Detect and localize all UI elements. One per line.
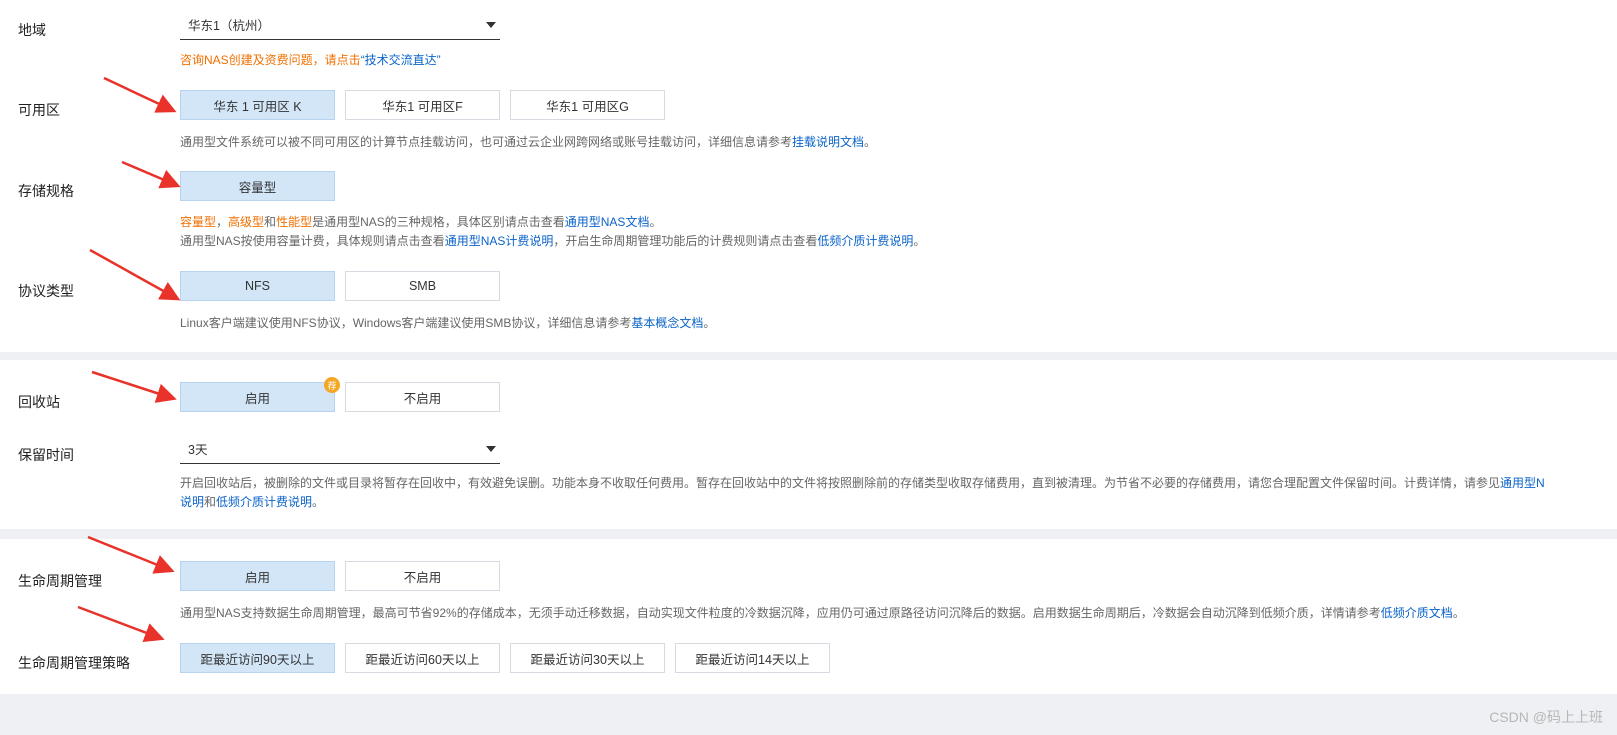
retention-and-text: 和 — [204, 495, 217, 509]
retention-nas-link[interactable]: 通用型N — [1500, 476, 1545, 490]
lifecycle-label: 生命周期管理 — [18, 573, 102, 589]
nas-doc-link[interactable]: 通用型NAS文档 — [565, 215, 650, 229]
nas-billing-link[interactable]: 通用型NAS计费说明 — [445, 234, 554, 248]
protocol-help-text: Linux客户端建议使用NFS协议，Windows客户端建议使用SMB协议，详细… — [180, 316, 632, 330]
capacity-type-text: 容量型 — [180, 215, 217, 229]
storage-help-line2: 通用型NAS按使用容量计费，具体规则请点击查看通用型NAS计费说明，开启生命周期… — [180, 232, 925, 249]
chevron-down-icon — [486, 22, 496, 28]
lifecycle-help: 通用型NAS支持数据生命周期管理，最高可节省92%的存储成本，无须手动迁移数据，… — [180, 604, 1465, 621]
policy-option-14[interactable]: 距最近访问14天以上 — [675, 643, 830, 673]
storage-help-text: 是通用型NAS的三种规格，具体区别请点击查看 — [312, 215, 565, 229]
retention-lowfreq-link[interactable]: 低频介质计费说明 — [216, 495, 312, 509]
and-text: 和 — [264, 215, 277, 229]
recommend-badge: 荐 — [324, 377, 340, 393]
region-value: 华东1（杭州） — [188, 19, 270, 33]
storage-label: 存储规格 — [18, 183, 74, 199]
low-freq-billing-link[interactable]: 低频介质计费说明 — [817, 234, 913, 248]
billing-text: 通用型NAS按使用容量计费，具体规则请点击查看 — [180, 234, 445, 248]
comma-text: ， — [216, 215, 229, 229]
chevron-down-icon — [486, 446, 496, 452]
region-consult: 咨询NAS创建及资费问题，请点击“技术交流直达” — [180, 51, 441, 68]
policy-label: 生命周期管理策略 — [18, 655, 130, 671]
section-separator — [0, 529, 1617, 539]
basic-concept-link[interactable]: 基本概念文档 — [631, 316, 703, 330]
lifecycle-help-text: 通用型NAS支持数据生命周期管理，最高可节省92%的存储成本，无须手动迁移数据，… — [180, 606, 1381, 620]
storage-option-capacity[interactable]: 容量型 — [180, 171, 335, 201]
arrow-recycle — [91, 370, 177, 403]
watermark: CSDN @码上上班 — [1489, 709, 1603, 725]
section-separator — [0, 352, 1617, 360]
recycle-option-disable[interactable]: 不启用 — [345, 382, 500, 412]
zone-help-text: 通用型文件系统可以被不同可用区的计算节点挂载访问，也可通过云企业网跨网络或账号挂… — [180, 135, 793, 149]
region-select[interactable]: 华东1（杭州） — [180, 10, 500, 40]
lifecycle-help-end: 。 — [1452, 606, 1465, 620]
arrow-protocol — [89, 248, 181, 301]
protocol-help-end: 。 — [703, 316, 716, 330]
retention-help-end: 。 — [312, 495, 325, 509]
zone-option-g[interactable]: 华东1 可用区G — [510, 90, 665, 120]
mount-doc-link[interactable]: 挂载说明文档 — [792, 135, 864, 149]
advanced-type-text: 高级型 — [228, 215, 265, 229]
arrow-storage — [121, 160, 181, 189]
lifecycle-option-disable[interactable]: 不启用 — [345, 561, 500, 591]
zone-option-f[interactable]: 华东1 可用区F — [345, 90, 500, 120]
retention-help-text: 开启回收站后，被删除的文件或目录将暂存在回收中，有效避免误删。功能本身不收取任何… — [180, 476, 1501, 490]
policy-option-60[interactable]: 距最近访问60天以上 — [345, 643, 500, 673]
protocol-option-smb[interactable]: SMB — [345, 271, 500, 301]
recycle-label: 回收站 — [18, 394, 60, 410]
lifecycle-option-enable[interactable]: 启用 — [180, 561, 335, 591]
performance-type-text: 性能型 — [276, 215, 313, 229]
arrow-policy — [77, 605, 165, 643]
low-freq-doc-link[interactable]: 低频介质文档 — [1381, 606, 1453, 620]
retention-value: 3天 — [188, 443, 208, 457]
billing-end: 。 — [913, 234, 926, 248]
storage-help-end: 。 — [649, 215, 662, 229]
recycle-option-enable[interactable]: 启用 荐 — [180, 377, 340, 412]
region-label: 地域 — [18, 22, 46, 38]
retention-select[interactable]: 3天 — [180, 434, 500, 464]
section-separator — [0, 694, 1617, 735]
arrow-zone — [103, 76, 177, 113]
retention-help-line1: 开启回收站后，被删除的文件或目录将暂存在回收中，有效避免误删。功能本身不收取任何… — [180, 474, 1545, 491]
retention-help-line2: 说明和低频介质计费说明。 — [180, 493, 324, 510]
arrow-lifecycle — [87, 535, 175, 574]
zone-help-end: 。 — [864, 135, 877, 149]
retention-label: 保留时间 — [18, 447, 74, 463]
policy-option-90[interactable]: 距最近访问90天以上 — [180, 643, 335, 673]
zone-help: 通用型文件系统可以被不同可用区的计算节点挂载访问，也可通过云企业网跨网络或账号挂… — [180, 133, 876, 150]
policy-option-30[interactable]: 距最近访问30天以上 — [510, 643, 665, 673]
protocol-option-nfs[interactable]: NFS — [180, 271, 335, 301]
protocol-help: Linux客户端建议使用NFS协议，Windows客户端建议使用SMB协议，详细… — [180, 314, 715, 331]
zone-option-k[interactable]: 华东 1 可用区 K — [180, 90, 335, 120]
recycle-enable-label: 启用 — [244, 391, 270, 406]
protocol-label: 协议类型 — [18, 283, 74, 299]
consult-text: 咨询NAS创建及资费问题，请点击 — [180, 53, 361, 67]
retention-doc-link[interactable]: 说明 — [180, 495, 204, 509]
billing-text-2: ，开启生命周期管理功能后的计费规则请点击查看 — [553, 234, 818, 248]
zone-label: 可用区 — [18, 102, 60, 118]
consult-link[interactable]: “技术交流直达” — [361, 53, 441, 67]
storage-help-line1: 容量型，高级型和性能型是通用型NAS的三种规格，具体区别请点击查看通用型NAS文… — [180, 213, 661, 230]
